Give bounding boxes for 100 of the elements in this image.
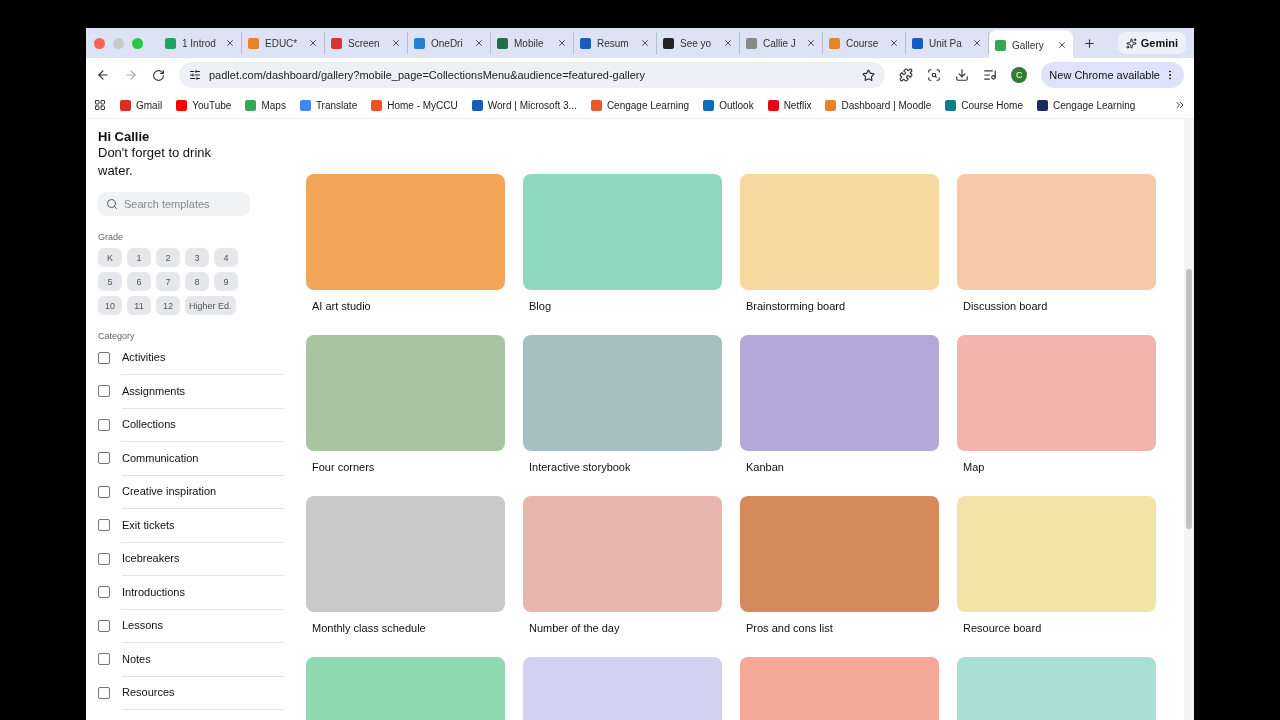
category-label[interactable]: Resources [122, 675, 284, 710]
close-icon[interactable] [1057, 40, 1067, 50]
category-label[interactable]: Collections [122, 407, 284, 442]
checkbox[interactable] [98, 686, 110, 699]
template-title[interactable]: Four corners [312, 461, 505, 473]
browser-tab[interactable]: Course [823, 32, 906, 54]
reload-button[interactable] [152, 68, 165, 82]
minimize-window-dot[interactable] [113, 37, 124, 49]
checkbox[interactable] [98, 351, 110, 364]
close-icon[interactable] [889, 38, 899, 48]
grade-chip[interactable]: 4 [214, 248, 238, 267]
close-icon[interactable] [225, 38, 235, 48]
scrollbar-thumb[interactable] [1186, 269, 1192, 529]
gemini-button[interactable]: Gemini [1117, 32, 1186, 54]
grade-chip[interactable]: 7 [156, 272, 180, 291]
grade-chip[interactable]: 2 [156, 248, 180, 267]
checkbox[interactable] [98, 552, 110, 565]
bookmark-link[interactable]: Netflix [767, 99, 812, 111]
template-title[interactable]: Blog [529, 300, 722, 312]
profile-avatar[interactable]: C [1011, 67, 1028, 83]
category-label[interactable]: Notes [122, 642, 284, 677]
grade-chip[interactable]: 1 [127, 248, 151, 267]
lens-button[interactable] [927, 68, 942, 82]
site-settings-icon[interactable] [189, 69, 201, 81]
bookmark-link[interactable]: Cengage Learning [590, 99, 690, 111]
category-label[interactable]: Assignments [122, 374, 284, 409]
close-icon[interactable] [640, 38, 650, 48]
browser-tab[interactable]: See yo [657, 32, 740, 54]
bookmark-link[interactable]: Home - MyCCU [371, 99, 458, 111]
checkbox[interactable] [98, 485, 110, 498]
template-title[interactable]: Kanban [746, 461, 939, 473]
address-bar[interactable]: padlet.com/dashboard/gallery?mobile_page=CollectionsMenu&audience=featured-gallery [179, 62, 886, 88]
close-icon[interactable] [308, 38, 318, 48]
bookmark-link[interactable]: Outlook [703, 99, 754, 111]
apps-grid-button[interactable] [94, 99, 106, 111]
close-icon[interactable] [474, 38, 484, 48]
grade-chip[interactable]: 11 [127, 296, 151, 315]
download-button[interactable] [955, 68, 970, 82]
category-label[interactable]: Exit tickets [122, 508, 284, 543]
browser-tab[interactable]: EDUC* [242, 32, 325, 54]
template-title[interactable]: Interactive storybook [529, 461, 722, 473]
search-field[interactable]: Search templates [98, 192, 250, 216]
grade-chip[interactable]: 9 [214, 272, 238, 291]
browser-tab[interactable]: Resum [574, 32, 657, 54]
maximize-window-dot[interactable] [132, 37, 143, 49]
bookmark-link[interactable]: Cengage Learning [1037, 99, 1136, 111]
bookmark-link[interactable]: Maps [245, 99, 286, 111]
category-label[interactable]: Creative inspiration [122, 474, 284, 509]
category-label[interactable]: Activities [122, 340, 284, 375]
category-label[interactable]: Introductions [122, 575, 284, 610]
bookmark-link[interactable]: Gmail [120, 99, 163, 111]
bookmark-link[interactable]: Word | Microsoft 3... [471, 99, 577, 111]
close-icon[interactable] [391, 38, 401, 48]
forward-button[interactable] [124, 68, 138, 82]
bookmark-star-icon[interactable] [862, 68, 876, 82]
checkbox[interactable] [98, 452, 110, 465]
template-title[interactable]: Discussion board [963, 300, 1156, 312]
category-label[interactable]: Lessons [122, 608, 284, 643]
template-title[interactable]: Brainstorming board [746, 300, 939, 312]
update-button[interactable]: New Chrome available [1041, 62, 1184, 88]
template-title[interactable]: Pros and cons list [746, 622, 939, 634]
checkbox[interactable] [98, 653, 110, 666]
template-title[interactable]: AI art studio [312, 300, 505, 312]
bookmark-link[interactable]: Course Home [945, 99, 1023, 111]
checkbox[interactable] [98, 418, 110, 431]
category-label[interactable]: Icebreakers [122, 541, 284, 576]
close-icon[interactable] [723, 38, 733, 48]
extensions-button[interactable] [899, 68, 914, 82]
bookmark-link[interactable]: YouTube [176, 99, 232, 111]
browser-tab[interactable]: OneDri [408, 32, 491, 54]
browser-tab[interactable]: 1 Introd [159, 32, 242, 54]
checkbox[interactable] [98, 385, 110, 398]
checkbox[interactable] [98, 586, 110, 599]
browser-tab[interactable]: Screen [325, 32, 408, 54]
browser-tab[interactable]: Mobile [491, 32, 574, 54]
close-icon[interactable] [972, 38, 982, 48]
grade-chip[interactable]: 6 [127, 272, 151, 291]
category-label[interactable]: Communication [122, 441, 284, 476]
bookmark-link[interactable]: Translate [299, 99, 358, 111]
grade-chip[interactable]: 12 [156, 296, 180, 315]
template-title[interactable]: Map [963, 461, 1156, 473]
grade-chip[interactable]: 5 [98, 272, 122, 291]
grade-chip[interactable]: 10 [98, 296, 122, 315]
template-title[interactable]: Number of the day [529, 622, 722, 634]
new-tab-button[interactable] [1083, 36, 1096, 50]
template-title[interactable]: Monthly class schedule [312, 622, 505, 634]
bookmark-link[interactable]: Dashboard | Moodle [825, 99, 932, 111]
back-button[interactable] [96, 68, 110, 82]
checkbox[interactable] [98, 619, 110, 632]
close-icon[interactable] [557, 38, 567, 48]
browser-tab[interactable]: Gallery [989, 30, 1073, 60]
grade-chip[interactable]: K [98, 248, 122, 267]
browser-tab[interactable]: Callie J [740, 32, 823, 54]
grade-chip[interactable]: 3 [185, 248, 209, 267]
media-button[interactable] [983, 68, 998, 82]
grade-chip[interactable]: 8 [185, 272, 209, 291]
checkbox[interactable] [98, 519, 110, 532]
close-icon[interactable] [806, 38, 816, 48]
grade-chip[interactable]: Higher Ed. [185, 296, 236, 315]
close-window-dot[interactable] [94, 37, 105, 49]
